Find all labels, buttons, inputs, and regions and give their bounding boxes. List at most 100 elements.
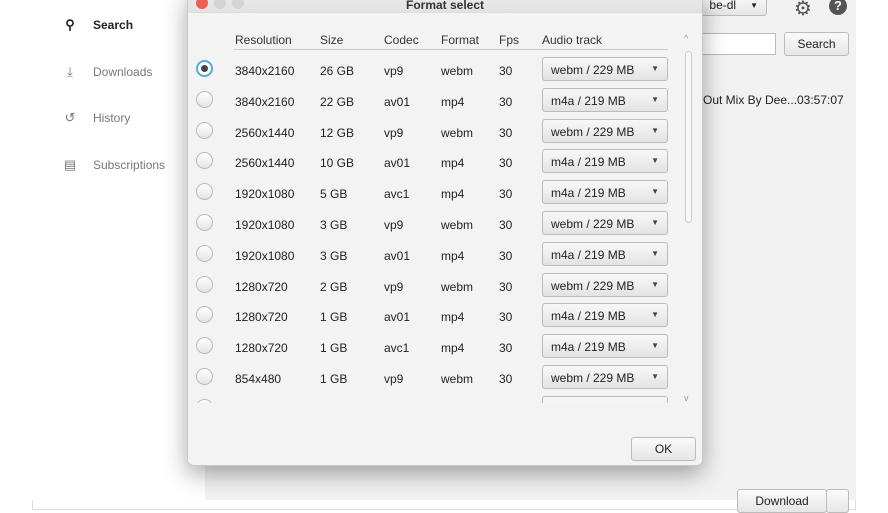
format-row[interactable]: 1920x10805 GBavc1mp430m4a / 219 MB▼ xyxy=(188,178,678,208)
audio-track-value: webm / 229 MB xyxy=(551,63,634,77)
scrollbar[interactable]: ^ v xyxy=(684,39,694,407)
format-radio[interactable] xyxy=(196,276,213,293)
format-radio[interactable] xyxy=(196,337,213,354)
format-list: 3840x216026 GBvp9webm30webm / 229 MB▼384… xyxy=(188,51,678,403)
scrollbar-thumb[interactable] xyxy=(685,51,692,223)
audio-track-select[interactable]: m4a / 219 MB▼ xyxy=(542,180,668,204)
format-row[interactable]: 1280x7201 GBavc1mp430m4a / 219 MB▼ xyxy=(188,332,678,362)
format-radio[interactable] xyxy=(196,245,213,262)
format-row[interactable]: 1920x10803 GBav01mp430m4a / 219 MB▼ xyxy=(188,240,678,270)
audio-track-select[interactable]: webm / 229 MB▼ xyxy=(542,273,668,297)
dialog-title: Format select xyxy=(188,0,702,12)
format-radio[interactable] xyxy=(196,399,213,403)
format-row[interactable]: 3840x216022 GBav01mp430m4a / 219 MB▼ xyxy=(188,86,678,116)
cell-size: 3 GB xyxy=(320,218,347,232)
chevron-down-icon: ▼ xyxy=(651,95,659,104)
cell-fps: 30 xyxy=(499,280,512,294)
chevron-down-icon: ▼ xyxy=(651,310,659,319)
format-row[interactable]: 1280x7201 GBav01mp430m4a / 219 MB▼ xyxy=(188,301,678,331)
sidebar-item-search[interactable]: ⚲ Search xyxy=(62,17,133,33)
audio-track-select[interactable]: m4a / 219 MB▼ xyxy=(542,396,668,403)
sidebar-item-downloads[interactable]: ⤓Downloads xyxy=(62,64,152,80)
audio-track-value: webm / 229 MB xyxy=(551,371,634,385)
cell-format: mp4 xyxy=(441,341,464,355)
audio-track-select[interactable]: m4a / 219 MB ▼ xyxy=(542,303,668,327)
cell-size: 12 GB xyxy=(320,126,354,140)
format-row[interactable]: 1920x10803 GBvp9webm30webm / 229 MB▼ xyxy=(188,209,678,239)
format-radio[interactable] xyxy=(196,91,213,108)
cell-size: 2 GB xyxy=(320,280,347,294)
format-row[interactable]: 1280x7202 GBvp9webm30webm / 229 MB▼ xyxy=(188,271,678,301)
cell-codec: av01 xyxy=(384,95,410,109)
format-radio[interactable] xyxy=(196,60,213,77)
cell-resolution: 1280x720 xyxy=(235,280,288,294)
history-icon: ↺ xyxy=(62,110,78,126)
cell-fps: 30 xyxy=(499,249,512,263)
header-audio-track: Audio track xyxy=(542,33,602,47)
format-row[interactable]: 854x4801 GBvp9webm30webm / 229 MB▼ xyxy=(188,363,678,393)
cell-codec: vp9 xyxy=(384,126,403,140)
search-button[interactable]: Search xyxy=(784,32,849,56)
search-icon: ⚲ xyxy=(62,17,78,33)
sidebar-item-label: Search xyxy=(93,18,133,32)
cell-format: webm xyxy=(441,126,473,140)
cell-size: 1 GB xyxy=(320,372,347,386)
audio-track-value: webm / 229 MB xyxy=(551,125,634,139)
download-options-button[interactable] xyxy=(826,489,849,513)
chevron-down-icon: ▼ xyxy=(651,126,659,135)
format-select-dialog: Format select Resolution Size Codec Form… xyxy=(187,0,703,466)
audio-track-select[interactable]: webm / 229 MB▼ xyxy=(542,211,668,235)
format-radio[interactable] xyxy=(196,368,213,385)
chevron-down-icon: ▼ xyxy=(651,280,659,289)
cell-fps: 30 xyxy=(499,156,512,170)
cell-resolution: 3840x2160 xyxy=(235,95,294,109)
scroll-up-icon[interactable]: ^ xyxy=(684,33,688,43)
audio-track-value: m4a / 219 MB xyxy=(551,340,626,354)
audio-track-select[interactable]: m4a / 219 MB▼ xyxy=(542,149,668,173)
scroll-down-icon[interactable]: v xyxy=(684,393,689,403)
format-radio[interactable] xyxy=(196,152,213,169)
format-radio[interactable] xyxy=(196,122,213,139)
audio-track-select[interactable]: m4a / 219 MB▼ xyxy=(542,88,668,112)
sidebar-item-subscriptions[interactable]: ▤Subscriptions xyxy=(62,157,165,173)
cell-codec: vp9 xyxy=(384,218,403,232)
sidebar-item-history[interactable]: ↺History xyxy=(62,110,130,126)
format-radio[interactable] xyxy=(196,214,213,231)
cell-codec: vp9 xyxy=(384,280,403,294)
gear-icon[interactable]: ⚙ xyxy=(794,0,812,21)
chevron-down-icon: ▼ xyxy=(651,341,659,350)
cell-fps: 30 xyxy=(499,126,512,140)
format-row[interactable]: 3840x216026 GBvp9webm30webm / 229 MB▼ xyxy=(188,55,678,85)
cell-format: webm xyxy=(441,372,473,386)
format-radio[interactable] xyxy=(196,306,213,323)
dialog-titlebar: Format select xyxy=(188,0,702,13)
cell-codec: av01 xyxy=(384,249,410,263)
cell-size: 1 GB xyxy=(320,310,347,324)
audio-track-select[interactable]: m4a / 219 MB▼ xyxy=(542,242,668,266)
format-row[interactable]: 2560x144012 GBvp9webm30webm / 229 MB▼ xyxy=(188,117,678,147)
cell-fps: 30 xyxy=(499,64,512,78)
audio-track-select[interactable]: webm / 229 MB▼ xyxy=(542,57,668,81)
header-divider xyxy=(234,49,668,50)
cell-fps: 30 xyxy=(499,95,512,109)
cell-resolution: 1920x1080 xyxy=(235,218,294,232)
ok-button[interactable]: OK xyxy=(631,437,696,461)
cell-fps: 30 xyxy=(499,341,512,355)
format-row[interactable]: 854x480814 MBavc1mp430m4a / 219 MB▼ xyxy=(188,394,678,403)
audio-track-select[interactable]: m4a / 219 MB ▼ xyxy=(542,334,668,358)
cell-fps: 30 xyxy=(499,187,512,201)
sidebar-item-label: Downloads xyxy=(93,65,152,79)
audio-track-value: m4a / 219 MB xyxy=(551,186,626,200)
cell-resolution: 1920x1080 xyxy=(235,187,294,201)
cell-codec: av01 xyxy=(384,310,410,324)
cell-format: mp4 xyxy=(441,156,464,170)
audio-track-value: m4a / 219 MB xyxy=(551,309,626,323)
audio-track-select[interactable]: webm / 229 MB ▼ xyxy=(542,119,668,143)
format-radio[interactable] xyxy=(196,183,213,200)
format-row[interactable]: 2560x144010 GBav01mp430m4a / 219 MB▼ xyxy=(188,147,678,177)
result-title[interactable]: Out Mix By Dee... xyxy=(703,93,797,107)
header-codec: Codec xyxy=(384,33,419,47)
download-button[interactable]: Download xyxy=(737,489,827,513)
cell-resolution: 1920x1080 xyxy=(235,249,294,263)
audio-track-select[interactable]: webm / 229 MB▼ xyxy=(542,365,668,389)
